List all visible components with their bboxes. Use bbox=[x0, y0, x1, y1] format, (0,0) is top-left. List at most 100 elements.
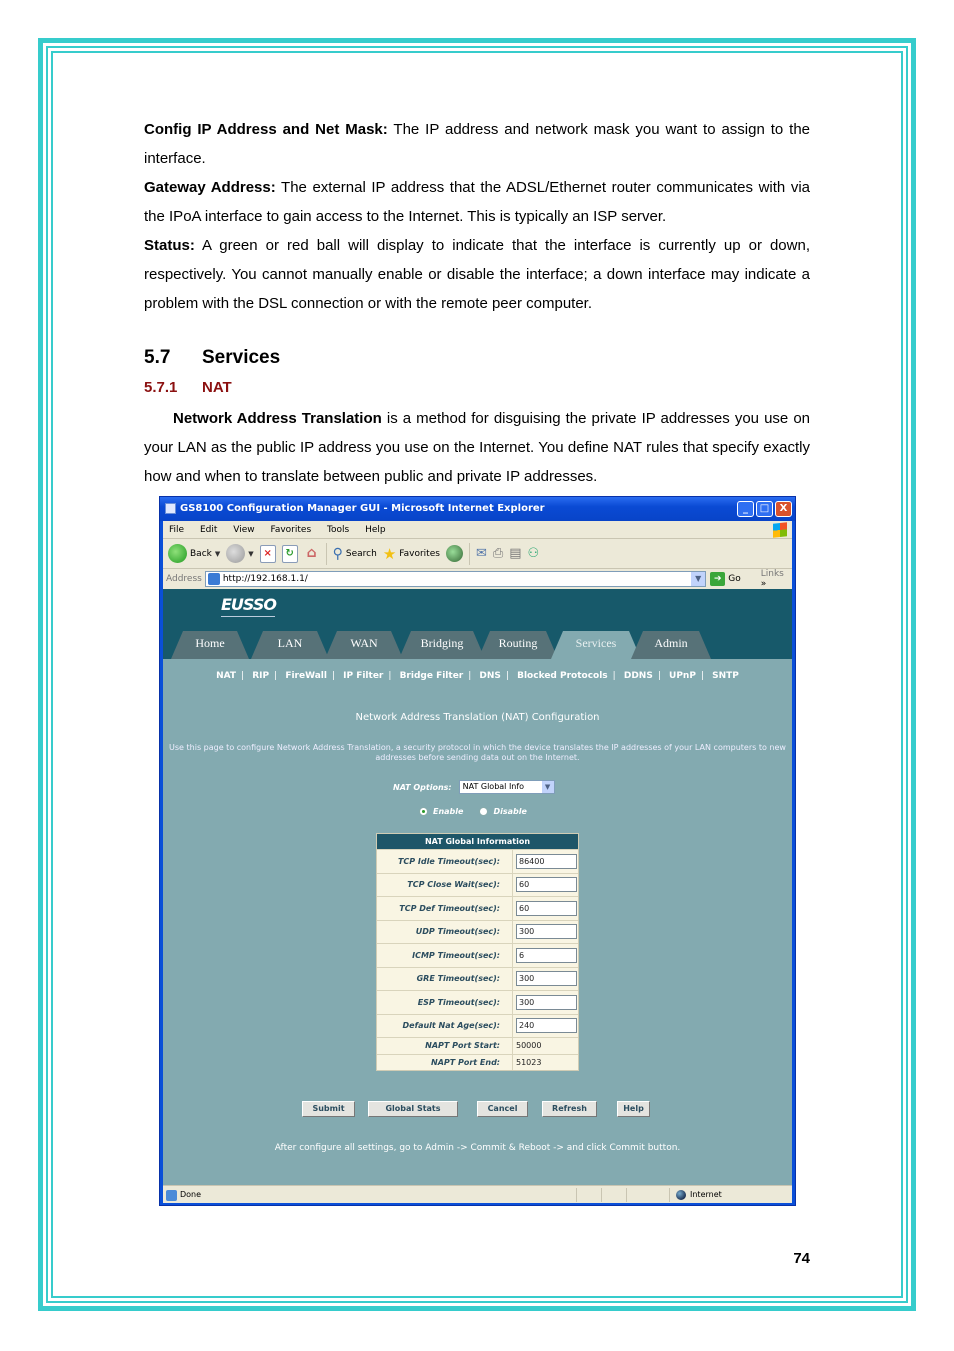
menu-help[interactable]: Help bbox=[365, 525, 386, 535]
menu-view[interactable]: View bbox=[233, 525, 254, 535]
tab-services[interactable]: Services bbox=[551, 631, 641, 659]
minimize-button[interactable]: _ bbox=[737, 501, 754, 517]
chevron-down-icon[interactable]: ▼ bbox=[691, 572, 706, 586]
nat-field-input[interactable]: 60 bbox=[516, 877, 577, 893]
nat-field-input[interactable]: 300 bbox=[516, 924, 577, 940]
address-input[interactable]: http://192.168.1.1/ ▼ bbox=[204, 571, 707, 587]
nat-table-row: TCP Idle Timeout(sec): 86400 bbox=[377, 849, 578, 873]
help-button[interactable]: Help bbox=[617, 1101, 650, 1117]
address-label: Address bbox=[166, 574, 202, 584]
tab-home[interactable]: Home bbox=[171, 631, 249, 659]
logo-underline bbox=[221, 616, 275, 617]
toolbar: Back ▼ ▼ × ↻ ⌂ ⚲ Search ★ Favorites ✉ ⎙ … bbox=[163, 539, 792, 569]
stop-icon[interactable]: × bbox=[259, 544, 276, 563]
print-icon[interactable]: ⎙ bbox=[493, 546, 503, 561]
forward-arrow-icon bbox=[226, 544, 246, 563]
cancel-button[interactable]: Cancel bbox=[477, 1101, 528, 1117]
tab-wan[interactable]: WAN bbox=[325, 631, 403, 659]
term-gateway: Gateway Address: bbox=[144, 179, 276, 196]
refresh-icon[interactable]: ↻ bbox=[281, 544, 298, 563]
nat-table-row: Default Nat Age(sec): 240 bbox=[377, 1013, 578, 1037]
nat-table-row: NAPT Port Start: 50000 bbox=[377, 1037, 578, 1054]
mail-icon[interactable]: ✉ bbox=[476, 546, 487, 561]
toolbar-divider bbox=[468, 542, 470, 565]
go-button[interactable]: ➔ Go bbox=[710, 572, 741, 586]
edit-icon[interactable]: ▤ bbox=[509, 546, 521, 561]
address-bar: Address http://192.168.1.1/ ▼ ➔ Go Links… bbox=[163, 569, 792, 589]
paragraph-config-ip: Config IP Address and Net Mask: The IP a… bbox=[144, 121, 811, 167]
nat-table-title: NAT Global Information bbox=[377, 834, 578, 849]
status-divider bbox=[626, 1188, 627, 1202]
nat-field-cell: 60 bbox=[513, 877, 578, 893]
subsection-heading: 5.7.1 NAT bbox=[144, 379, 232, 396]
status-divider bbox=[576, 1188, 577, 1202]
section-heading: 5.7 Services bbox=[144, 347, 281, 368]
nat-field-input[interactable]: 300 bbox=[516, 971, 577, 987]
nat-field-label: GRE Timeout(sec): bbox=[377, 967, 513, 990]
nat-field-label: UDP Timeout(sec): bbox=[377, 920, 513, 943]
search-button[interactable]: ⚲ Search bbox=[333, 546, 377, 562]
maximize-button[interactable]: □ bbox=[756, 501, 773, 517]
subnav-rip[interactable]: RIP bbox=[252, 671, 269, 681]
nat-field-cell: 300 bbox=[513, 994, 578, 1010]
nat-field-cell: 300 bbox=[513, 924, 578, 940]
submit-button[interactable]: Submit bbox=[302, 1101, 355, 1117]
tab-routing[interactable]: Routing bbox=[478, 631, 558, 659]
nat-field-input[interactable]: 6 bbox=[516, 947, 577, 963]
tab-bridging[interactable]: Bridging bbox=[399, 631, 485, 659]
menu-edit[interactable]: Edit bbox=[200, 525, 217, 535]
tab-lan[interactable]: LAN bbox=[251, 631, 329, 659]
nat-table-row: TCP Def Timeout(sec): 60 bbox=[377, 896, 578, 920]
subnav-nat[interactable]: NAT bbox=[216, 671, 236, 681]
menu-favorites[interactable]: Favorites bbox=[270, 525, 311, 535]
nat-field-input[interactable]: 300 bbox=[516, 994, 577, 1010]
subnav-sntp[interactable]: SNTP bbox=[712, 671, 739, 681]
subnav-bridge-filter[interactable]: Bridge Filter bbox=[400, 671, 464, 681]
paragraph-status: Status: A green or red ball will display… bbox=[144, 237, 810, 312]
nat-options-label: NAT Options: bbox=[393, 782, 452, 792]
search-icon: ⚲ bbox=[332, 545, 343, 562]
go-arrow-icon: ➔ bbox=[710, 572, 726, 586]
chevron-down-icon: ▼ bbox=[248, 549, 254, 558]
menu-tools[interactable]: Tools bbox=[327, 525, 349, 535]
subnav-blocked-protocols[interactable]: Blocked Protocols bbox=[517, 671, 608, 681]
paragraph-gateway: Gateway Address: The external IP address… bbox=[144, 179, 811, 225]
menu-file[interactable]: File bbox=[169, 525, 184, 535]
back-button[interactable]: Back ▼ bbox=[168, 544, 220, 563]
history-icon[interactable] bbox=[445, 545, 463, 562]
nat-options-select[interactable]: NAT Global Info ▼ bbox=[458, 780, 555, 794]
nat-page-title: Network Address Translation (NAT) Config… bbox=[355, 712, 600, 723]
nat-field-cell: 6 bbox=[513, 947, 578, 963]
nat-field-label: Default Nat Age(sec): bbox=[377, 1014, 513, 1037]
nat-field-input[interactable]: 240 bbox=[516, 1018, 577, 1034]
global-stats-button[interactable]: Global Stats bbox=[368, 1101, 458, 1117]
title-bar: GS8100 Configuration Manager GUI - Micro… bbox=[160, 497, 795, 521]
nat-field-label: TCP Def Timeout(sec): bbox=[377, 897, 513, 920]
refresh-button[interactable]: Refresh bbox=[542, 1101, 597, 1117]
subnav-ddns[interactable]: DDNS bbox=[624, 671, 653, 681]
subnav-dns[interactable]: DNS bbox=[479, 671, 501, 681]
radio-enable[interactable]: Enable bbox=[419, 807, 463, 816]
globe-icon bbox=[676, 1190, 686, 1200]
back-arrow-icon bbox=[168, 544, 187, 563]
messenger-icon[interactable]: ⚇ bbox=[528, 546, 540, 561]
nat-field-cell: 50000 bbox=[513, 1041, 578, 1050]
forward-button[interactable]: ▼ bbox=[226, 544, 254, 563]
home-icon[interactable]: ⌂ bbox=[304, 545, 320, 563]
page-done-icon bbox=[166, 1190, 177, 1201]
nat-field-input[interactable]: 60 bbox=[516, 900, 577, 916]
tab-admin[interactable]: Admin bbox=[631, 631, 711, 659]
nat-table-row: NAPT Port End: 51023 bbox=[377, 1053, 578, 1070]
paragraph-nat-intro: Network Address Translation is a method … bbox=[144, 410, 811, 485]
nat-enable-radios: Enable Disable bbox=[419, 807, 527, 816]
links-button[interactable]: Links » bbox=[761, 569, 792, 589]
favorites-button[interactable]: ★ Favorites bbox=[383, 545, 440, 563]
close-button[interactable]: X bbox=[775, 501, 792, 517]
radio-disable[interactable]: Disable bbox=[479, 807, 527, 816]
nat-field-input[interactable]: 86400 bbox=[516, 853, 577, 869]
subnav-firewall[interactable]: FireWall bbox=[285, 671, 327, 681]
subnav-upnp[interactable]: UPnP bbox=[669, 671, 696, 681]
nat-table-row: TCP Close Wait(sec): 60 bbox=[377, 872, 578, 896]
nat-options-row: NAT Options: NAT Global Info ▼ bbox=[393, 780, 555, 794]
subnav-ip-filter[interactable]: IP Filter bbox=[343, 671, 383, 681]
